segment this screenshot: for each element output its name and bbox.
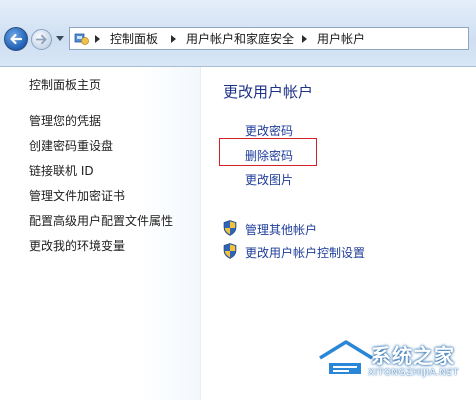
- uac-shield-icon: [223, 220, 237, 236]
- breadcrumb-user-accounts-family-safety[interactable]: 用户帐户和家庭安全: [186, 32, 294, 46]
- house-logo-icon: [318, 339, 374, 376]
- breadcrumb-separator[interactable]: [171, 35, 176, 43]
- breadcrumb-control-panel[interactable]: 控制面板: [110, 32, 158, 46]
- control-panel-icon: [74, 33, 89, 45]
- control-panel-home-link[interactable]: 控制面板主页: [29, 76, 101, 93]
- recent-pages-dropdown[interactable]: [56, 36, 64, 41]
- remove-password-link[interactable]: 删除密码: [245, 147, 293, 164]
- manage-other-accounts-link[interactable]: 管理其他帐户: [245, 221, 317, 238]
- configure-advanced-profile-properties-link[interactable]: 配置高级用户配置文件属性: [29, 212, 173, 229]
- back-button[interactable]: [4, 27, 28, 51]
- breadcrumb-user-accounts[interactable]: 用户帐户: [317, 32, 365, 46]
- watermark: 系统之家 XITONGZHIJIA.NET: [316, 334, 472, 394]
- change-picture-link[interactable]: 更改图片: [245, 171, 293, 188]
- watermark-brand: 系统之家: [371, 344, 455, 368]
- page-title: 更改用户帐户: [223, 83, 314, 101]
- forward-button[interactable]: [31, 29, 52, 50]
- breadcrumb-separator[interactable]: [302, 35, 307, 43]
- watermark-url: XITONGZHIJIA.NET: [368, 368, 459, 378]
- breadcrumb-separator[interactable]: [95, 35, 100, 43]
- left-task-pane: 控制面板主页 管理您的凭据 创建密码重设盘 链接联机 ID 管理文件加密证书 配…: [0, 67, 201, 400]
- link-online-id-link[interactable]: 链接联机 ID: [29, 162, 94, 179]
- change-password-link[interactable]: 更改密码: [245, 122, 293, 139]
- create-password-reset-disk-link[interactable]: 创建密码重设盘: [29, 137, 113, 154]
- change-uac-settings-link[interactable]: 更改用户帐户控制设置: [245, 244, 365, 261]
- change-environment-variables-link[interactable]: 更改我的环境变量: [29, 237, 125, 254]
- forward-arrow-icon: [35, 34, 47, 45]
- manage-file-encryption-certificates-link[interactable]: 管理文件加密证书: [29, 187, 125, 204]
- address-bar[interactable]: 控制面板 用户帐户和家庭安全 用户帐户: [69, 27, 469, 50]
- back-arrow-icon: [10, 33, 23, 45]
- manage-credentials-link[interactable]: 管理您的凭据: [29, 112, 101, 129]
- navigation-bar: 控制面板 用户帐户和家庭安全 用户帐户: [0, 0, 476, 67]
- uac-shield-icon: [223, 243, 237, 259]
